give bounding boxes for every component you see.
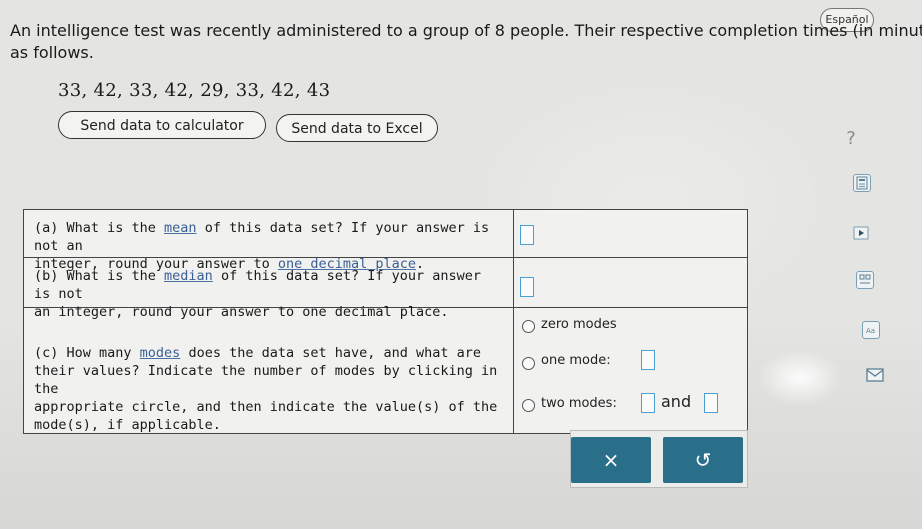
modes-question: (c) How many modes does the data set hav… <box>24 308 514 433</box>
calculator-icon[interactable] <box>853 174 871 192</box>
grid-icon[interactable] <box>856 271 874 289</box>
median-link[interactable]: median <box>164 268 213 284</box>
row-modes: (c) How many modes does the data set hav… <box>24 308 747 433</box>
median-question: (b) What is the median of this data set?… <box>24 258 514 320</box>
row-median: (b) What is the median of this data set?… <box>24 258 747 320</box>
median-answer-input[interactable] <box>520 277 534 297</box>
question-table: (a) What is the mean of this data set? I… <box>23 209 748 434</box>
question-line-1: An intelligence test was recently admini… <box>10 21 922 40</box>
undo-button[interactable]: ↺ <box>663 437 743 483</box>
mean-answer-input[interactable] <box>520 225 534 245</box>
modes-link[interactable]: modes <box>140 345 181 361</box>
two-modes-radio[interactable] <box>522 399 535 412</box>
help-icon[interactable]: ? <box>838 126 864 152</box>
zero-modes-radio[interactable] <box>522 320 535 333</box>
two-modes-input-1[interactable] <box>641 393 655 413</box>
one-mode-radio[interactable] <box>522 357 535 370</box>
send-to-excel-button[interactable]: Send data to Excel <box>276 114 438 142</box>
one-mode-label: one mode: <box>541 353 611 368</box>
play-icon[interactable] <box>853 225 871 243</box>
question-line-2: as follows. <box>10 43 94 62</box>
action-bar: × ↺ <box>570 430 748 488</box>
one-mode-input[interactable] <box>641 350 655 370</box>
data-values: 33, 42, 33, 42, 29, 33, 42, 43 <box>58 80 331 101</box>
mean-question: (a) What is the mean of this data set? I… <box>24 210 514 272</box>
row-mean: (a) What is the mean of this data set? I… <box>24 210 747 272</box>
two-modes-label: two modes: <box>541 396 617 411</box>
question-text: An intelligence test was recently admini… <box>10 20 922 64</box>
zero-modes-label: zero modes <box>541 317 617 332</box>
send-to-calculator-button[interactable]: Send data to calculator <box>58 111 266 139</box>
mail-icon[interactable] <box>866 367 884 385</box>
mean-link[interactable]: mean <box>164 220 197 236</box>
and-label: and <box>661 392 692 411</box>
two-modes-input-2[interactable] <box>704 393 718 413</box>
clear-button[interactable]: × <box>571 437 651 483</box>
font-icon[interactable]: Aa <box>862 321 880 339</box>
svg-text:Aa: Aa <box>866 327 875 335</box>
